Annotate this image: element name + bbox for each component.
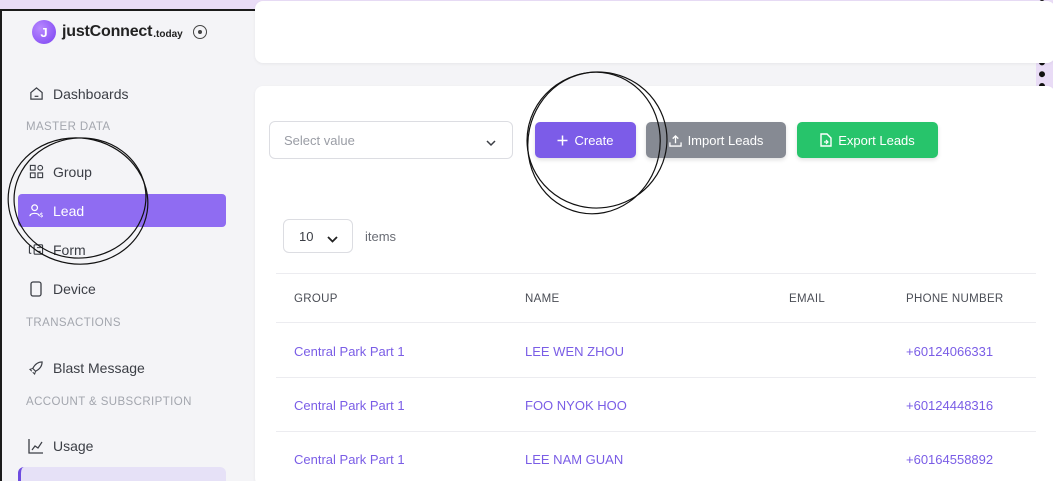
brand-suffix: .today <box>153 28 183 40</box>
rocket-icon <box>28 360 44 376</box>
sidebar-item-label: Device <box>53 280 96 297</box>
form-cursor-icon <box>28 242 44 258</box>
sidebar-item-label: Usage <box>53 437 94 454</box>
user-dollar-icon: $ <box>28 203 44 219</box>
create-button-label: Create <box>574 132 614 148</box>
sidebar-item-form[interactable]: Form <box>18 233 226 266</box>
table-row[interactable]: Central Park Part 1 FOO NYOK HOO +601244… <box>276 378 1036 432</box>
cell-phone[interactable]: +60164558892 <box>906 452 993 467</box>
create-button[interactable]: Create <box>535 122 636 158</box>
svg-text:$: $ <box>39 211 43 218</box>
sidebar-item-label: Lead <box>53 202 85 219</box>
export-leads-button[interactable]: Export Leads <box>797 122 938 158</box>
group-filter-select[interactable]: Select value <box>269 121 513 159</box>
table-header: GROUP NAME EMAIL PHONE NUMBER <box>276 273 1036 323</box>
file-export-icon <box>820 133 832 147</box>
column-header-email[interactable]: EMAIL <box>789 293 825 305</box>
section-label-transactions: TRANSACTIONS <box>26 317 121 329</box>
home-icon <box>28 86 44 102</box>
page-size-value: 10 <box>299 228 314 244</box>
cell-phone[interactable]: +60124448316 <box>906 398 993 413</box>
sidebar: J justConnect .today Dashboards MASTER D… <box>2 11 240 481</box>
sidebar-item-partial[interactable] <box>18 467 226 481</box>
import-leads-button[interactable]: Import Leads <box>646 122 786 158</box>
cell-name[interactable]: FOO NYOK HOO <box>525 398 627 413</box>
column-header-group[interactable]: GROUP <box>294 293 338 305</box>
table-row[interactable]: Central Park Part 1 LEE NAM GUAN +601645… <box>276 432 1036 481</box>
section-label-master-data: MASTER DATA <box>26 121 111 133</box>
column-header-name[interactable]: NAME <box>525 293 559 305</box>
sidebar-item-dashboards[interactable]: Dashboards <box>18 77 226 110</box>
select-placeholder: Select value <box>284 132 355 148</box>
sidebar-item-label: Dashboards <box>53 85 129 102</box>
brand-logo-icon: J <box>32 20 56 44</box>
sidebar-item-label: Group <box>53 163 92 180</box>
chevron-down-icon <box>486 135 496 150</box>
sidebar-item-blast-message[interactable]: Blast Message <box>18 351 226 384</box>
import-leads-label: Import Leads <box>687 132 764 148</box>
export-leads-label: Export Leads <box>838 132 915 148</box>
sidebar-item-label: Blast Message <box>53 359 145 376</box>
brand[interactable]: J justConnect .today <box>32 19 207 45</box>
sidebar-item-group[interactable]: Group <box>18 155 226 188</box>
top-header-bar <box>255 1 1053 63</box>
cell-name[interactable]: LEE WEN ZHOU <box>525 344 624 359</box>
grid-icon <box>28 164 44 180</box>
cell-group[interactable]: Central Park Part 1 <box>294 452 405 467</box>
cell-name[interactable]: LEE NAM GUAN <box>525 452 623 467</box>
sidebar-toggle-icon[interactable] <box>192 25 207 39</box>
upload-icon <box>668 134 682 147</box>
page-size-select[interactable]: 10 <box>283 219 353 253</box>
sidebar-item-device[interactable]: Device <box>18 272 226 305</box>
chevron-down-icon <box>327 231 338 246</box>
cell-group[interactable]: Central Park Part 1 <box>294 344 405 359</box>
brand-name: justConnect <box>62 23 153 40</box>
items-label: items <box>365 229 397 244</box>
section-label-account-subscription: ACCOUNT & SUBSCRIPTION <box>26 396 192 408</box>
sidebar-item-usage[interactable]: Usage <box>18 429 226 462</box>
sidebar-item-label: Form <box>53 241 86 258</box>
phone-device-icon <box>28 280 44 297</box>
cell-phone[interactable]: +60124066331 <box>906 344 993 359</box>
column-header-phone[interactable]: PHONE NUMBER <box>906 293 1004 305</box>
table-row[interactable]: Central Park Part 1 LEE WEN ZHOU +601240… <box>276 324 1036 378</box>
plus-icon <box>557 135 568 146</box>
chart-usage-icon <box>28 438 44 454</box>
sidebar-item-lead[interactable]: $ Lead <box>18 194 226 227</box>
cell-group[interactable]: Central Park Part 1 <box>294 398 405 413</box>
